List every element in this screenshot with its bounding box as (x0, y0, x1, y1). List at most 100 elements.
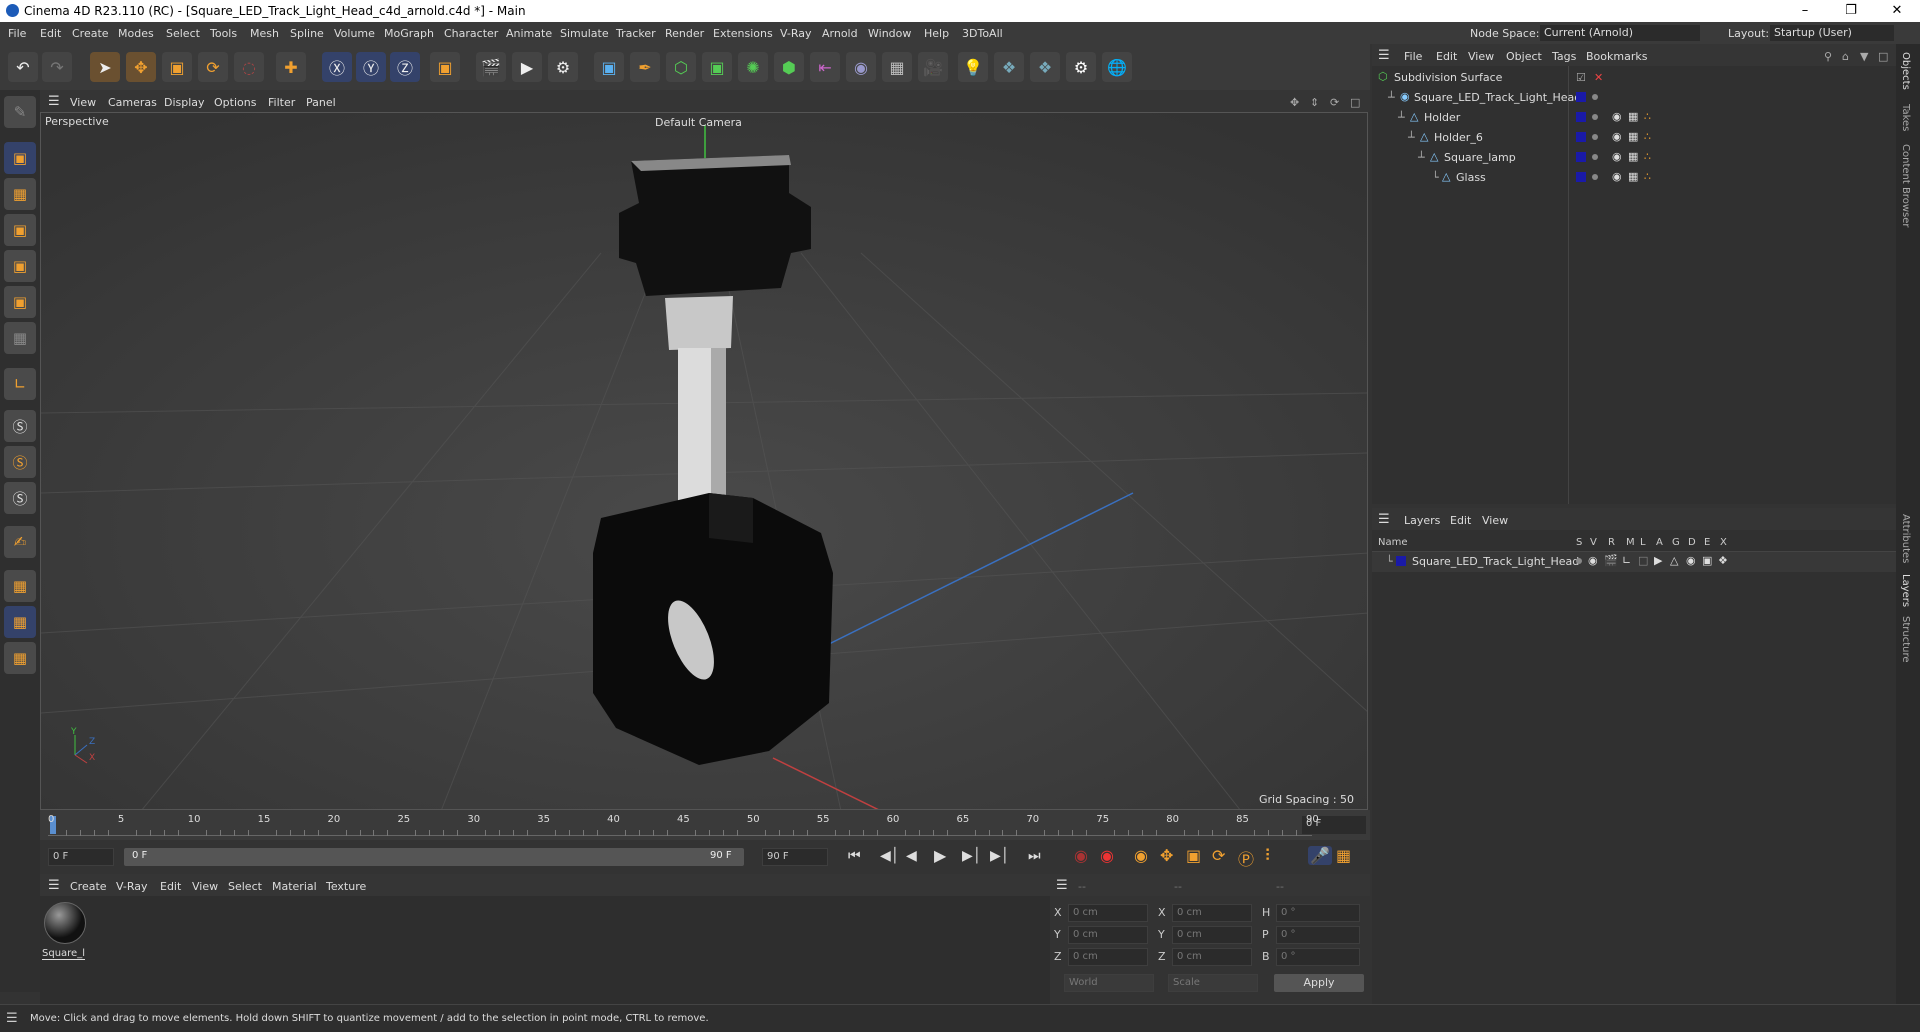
object-row[interactable]: ┴ △ Holder ◉ ▦ ∴ (1372, 108, 1896, 128)
deformer-toggle-icon[interactable]: ◉ (1686, 554, 1696, 567)
python-script-icon[interactable]: ❖ (1030, 52, 1060, 82)
apply-button[interactable]: Apply (1274, 974, 1364, 992)
texture-tag-icon[interactable]: ▦ (1628, 110, 1638, 123)
mat-menu-view[interactable]: View (192, 880, 218, 893)
key-scale-icon[interactable]: ▣ (1186, 846, 1201, 865)
home-icon[interactable]: ⌂ (1842, 50, 1849, 63)
pen-icon[interactable]: ✒ (630, 52, 660, 82)
viewport-menu-filter[interactable]: Filter (268, 96, 295, 109)
layer-row[interactable]: └ Square_LED_Track_Light_Head ◉ 🎬 ∟ □ ▶ … (1372, 552, 1896, 572)
mat-menu-texture[interactable]: Texture (326, 880, 366, 893)
hamburger-icon[interactable]: ☰ (48, 94, 60, 109)
coord-system-icon[interactable]: ▣ (430, 52, 460, 82)
menu-simulate[interactable]: Simulate (560, 27, 609, 40)
material-tag-icon[interactable]: ◉ (1612, 150, 1622, 163)
coord-field[interactable]: 0 cm (1172, 926, 1252, 944)
range-slider[interactable]: 0 F 90 F (124, 848, 744, 866)
menu-character[interactable]: Character (444, 27, 498, 40)
field-icon[interactable]: ◉ (846, 52, 876, 82)
locked-workplane-icon[interactable]: ▦ (4, 642, 36, 674)
next-frame-icon[interactable]: ▶│ (962, 848, 981, 864)
menu-spline[interactable]: Spline (290, 27, 324, 40)
menu-arnold[interactable]: Arnold (822, 27, 858, 40)
menu-tools[interactable]: Tools (210, 27, 237, 40)
material-tag-icon[interactable]: ◉ (1612, 170, 1622, 183)
workplane-snap-icon[interactable]: Ⓢ (4, 482, 36, 514)
z-axis-lock-icon[interactable]: Ⓩ (390, 52, 420, 82)
start-frame-field[interactable]: 0 F (48, 848, 114, 866)
disabled-icon[interactable]: ✕ (1594, 71, 1603, 84)
object-row[interactable]: ┴ △ Holder_6 ◉ ▦ ∴ (1372, 128, 1896, 148)
uv-mode-icon[interactable]: ▦ (4, 322, 36, 354)
menu-mesh[interactable]: Mesh (250, 27, 279, 40)
layer-col-render[interactable]: R (1608, 537, 1615, 548)
obj-menu-bookmarks[interactable]: Bookmarks (1586, 50, 1647, 63)
edges-mode-icon[interactable]: ▣ (4, 250, 36, 282)
redo-icon[interactable]: ↷ (42, 52, 72, 82)
tab-attributes[interactable]: Attributes (1900, 514, 1911, 563)
coord-field[interactable]: 0 ° (1276, 948, 1360, 966)
y-axis-lock-icon[interactable]: Ⓨ (356, 52, 386, 82)
timeline-ruler[interactable]: 0 F 0 5 10 15 20 25 30 35 40 45 50 55 60 65 70 75 80 85 90 (40, 810, 1370, 840)
move-tool-icon[interactable]: ✥ (126, 52, 156, 82)
zoom-view-icon[interactable]: ⇕ (1310, 96, 1319, 109)
play-icon[interactable]: ▶ (934, 846, 946, 865)
visibility-dots-icon[interactable] (1592, 130, 1598, 143)
layer-color-swatch[interactable] (1576, 92, 1586, 102)
obj-menu-view[interactable]: View (1468, 50, 1494, 63)
goto-end-icon[interactable]: ⏭ (1028, 848, 1041, 864)
menu-help[interactable]: Help (924, 27, 949, 40)
snap-icon[interactable]: Ⓢ (4, 410, 36, 442)
arnold-tag-icon[interactable]: ∴ (1644, 150, 1651, 163)
menu-render[interactable]: Render (665, 27, 704, 40)
key-rotation-icon[interactable]: ⟳ (1212, 846, 1225, 865)
menu-modes[interactable]: Modes (118, 27, 154, 40)
mat-menu-create[interactable]: Create (70, 880, 107, 893)
tweak-icon[interactable]: ✍ (4, 526, 36, 558)
3d-viewport[interactable]: Perspective Default Camera Grid Spacing … (40, 112, 1368, 810)
key-parameter-icon[interactable]: Ⓟ (1238, 846, 1254, 870)
end-frame-field[interactable]: 90 F (762, 848, 828, 866)
coord-field[interactable]: 0 ° (1276, 904, 1360, 922)
menu-3dtoall[interactable]: 3DToAll (962, 27, 1003, 40)
globe-icon[interactable]: 🌐 (1102, 52, 1132, 82)
render-settings-icon[interactable]: ⚙ (548, 52, 578, 82)
timeline-window-icon[interactable]: ▦ (1336, 846, 1351, 865)
arnold-tag-icon[interactable]: ∴ (1644, 130, 1651, 143)
obj-menu-edit[interactable]: Edit (1436, 50, 1457, 63)
key-selection-icon[interactable]: ◉ (1134, 846, 1148, 865)
render-picture-viewer-icon[interactable]: ▶ (512, 52, 542, 82)
gear-icon[interactable]: ⚙ (1066, 52, 1096, 82)
lock-icon[interactable]: □ (1638, 554, 1648, 567)
expression-toggle-icon[interactable]: ▣ (1702, 554, 1712, 567)
obj-menu-file[interactable]: File (1404, 50, 1422, 63)
move-view-icon[interactable]: ✥ (1290, 96, 1299, 109)
tab-takes[interactable]: Takes (1900, 104, 1911, 131)
visibility-dots-icon[interactable] (1592, 170, 1598, 183)
object-row[interactable]: ┴ ◉ Square_LED_Track_Light_Head (1372, 88, 1896, 108)
search-icon[interactable]: ⚲ (1824, 50, 1832, 63)
layer-color-swatch[interactable] (1396, 556, 1406, 566)
record-keys-icon[interactable]: ◉ (1074, 846, 1088, 865)
key-position-icon[interactable]: ✥ (1160, 846, 1173, 865)
coord-field[interactable]: 0 cm (1172, 904, 1252, 922)
object-row[interactable]: ⬡ Subdivision Surface ☑ ✕ (1372, 68, 1896, 88)
layer-col-expressions[interactable]: E (1704, 537, 1710, 548)
layer-hamburger-icon[interactable]: ☰ (1378, 512, 1390, 527)
viewport-menu-options[interactable]: Options (214, 96, 256, 109)
coord-field[interactable]: 0 cm (1068, 926, 1148, 944)
viewport-menu-view[interactable]: View (70, 96, 96, 109)
undo-icon[interactable]: ↶ (8, 52, 38, 82)
minimize-icon[interactable]: – (1782, 0, 1828, 22)
layer-col-generators[interactable]: G (1672, 537, 1680, 548)
recent-tool-icon[interactable]: ◌ (234, 52, 264, 82)
expand-icon[interactable]: □ (1878, 50, 1888, 63)
texture-mode-icon[interactable]: ▦ (4, 178, 36, 210)
material-name[interactable]: Square_l (42, 948, 85, 960)
motion-sound-icon[interactable]: 🎤 (1308, 846, 1332, 865)
material-swatch[interactable] (44, 902, 86, 944)
layer-color-swatch[interactable] (1576, 132, 1586, 142)
maximize-view-icon[interactable]: □ (1350, 96, 1360, 109)
object-hamburger-icon[interactable]: ☰ (1378, 48, 1390, 63)
xref-toggle-icon[interactable]: ❖ (1718, 554, 1728, 567)
